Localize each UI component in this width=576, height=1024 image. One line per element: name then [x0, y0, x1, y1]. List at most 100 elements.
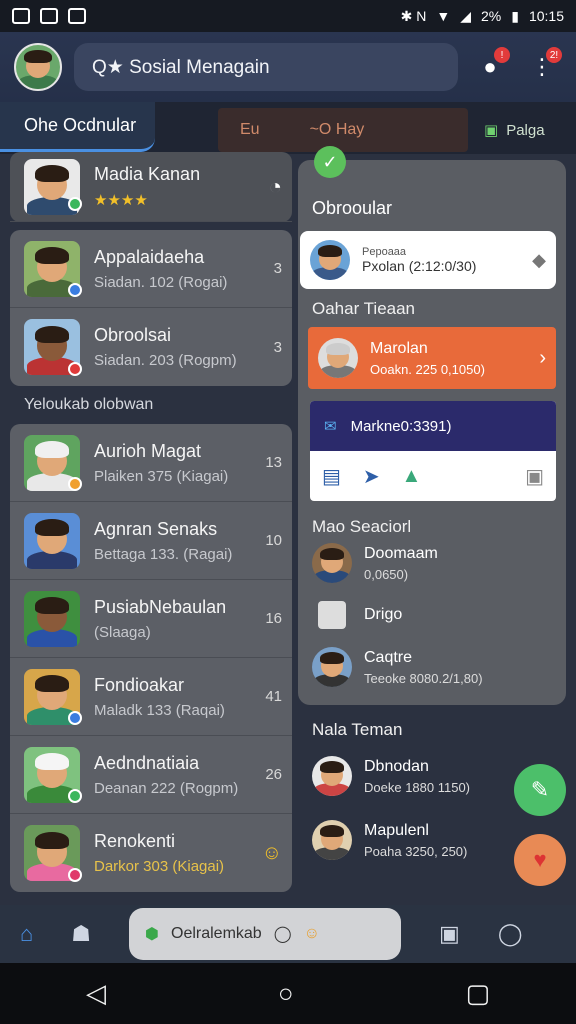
top-contact-card[interactable]: Madia Kanan ★★★★ ◔	[10, 152, 292, 222]
chevron-right-icon: ›	[539, 346, 546, 369]
signal-icon: ◢	[460, 7, 471, 24]
search-text: Q★ Sosial Menagain	[92, 56, 270, 78]
tab-palga[interactable]: ▣ Palga	[484, 112, 568, 148]
contact-name: Agnran Senaks	[94, 518, 218, 539]
status-icon	[68, 362, 82, 376]
list-item[interactable]: Obroolsai Siadan. 203 (Rogpm) 3	[10, 308, 292, 386]
clock-icon[interactable]: ◔	[269, 174, 282, 200]
mail-card[interactable]: ✉ Markne0:3391) ▤ ➤ ▲ ▣	[310, 401, 556, 501]
tab-secondary[interactable]: Eu ~O Hay	[218, 108, 468, 152]
clock: 10:15	[528, 8, 564, 24]
section-label: Yeloukab olobwan	[24, 396, 154, 413]
online-status-icon	[68, 197, 82, 211]
chat-icon[interactable]: ▣	[439, 921, 460, 947]
contact-sub: 0,0650)	[364, 566, 409, 582]
contact-name: Fondioakar	[94, 674, 185, 695]
bottom-navigation: ⌂ ☗ ⬢ Oelralemkab ◯ ☺ ▣ ◯	[0, 905, 576, 963]
list-item[interactable]: Drigo	[298, 589, 566, 641]
nav-pill[interactable]: ⬢ Oelralemkab ◯ ☺	[129, 908, 402, 960]
section-title: Mao Seaciorl	[312, 517, 412, 536]
details-panel: ✓ Obrooular Pepoaaa Pxolan (2:12:0/30) ◆…	[298, 146, 566, 705]
tab-bar: Ohe Ocdnular Eu ~O Hay ▣ Palga	[0, 102, 576, 154]
unread-count: 16	[265, 610, 282, 627]
send-icon[interactable]: ➤	[363, 464, 380, 489]
mail-icon: ✉	[324, 418, 337, 435]
contacts-icon[interactable]: ☗	[71, 921, 91, 947]
mail-label: Markne0:3391)	[350, 417, 452, 435]
unread-count: 41	[265, 688, 282, 705]
profile-icon[interactable]: ◯	[498, 921, 523, 947]
contact-name: Aurioh Magat	[94, 440, 202, 461]
star-rating: ★★★★	[94, 192, 148, 209]
list-item[interactable]: Renokenti Darkor 303 (Kiagai) ☺	[10, 814, 292, 892]
pencil-icon: ✎	[530, 777, 550, 802]
contact-sub: Darkor 303 (Kiagai)	[94, 858, 225, 875]
like-icon[interactable]: ▲	[401, 465, 421, 488]
location-icon: ⬢	[145, 926, 159, 943]
contact-sub: Plaiken 375 (Kiagai)	[94, 467, 229, 485]
tab-label: Eu	[240, 121, 260, 138]
unread-count: 10	[265, 532, 282, 549]
status-icon	[68, 789, 82, 803]
list-item[interactable]: Appalaidaeha Siadan. 102 (Rogai) 3	[10, 230, 292, 308]
highlighted-contact[interactable]: Marolan Ooakn. 225 0,1050) ›	[308, 327, 556, 389]
list-item[interactable]: Agnran Senaks Bettaga 133. (Ragai) 10	[10, 502, 292, 580]
home-circle-icon[interactable]: ○	[278, 978, 294, 1009]
contact-name: Aedndnatiaia	[94, 752, 200, 773]
edit-fab[interactable]: ✎	[514, 764, 566, 816]
status-icon	[68, 868, 82, 882]
search-bar[interactable]: Q★ Sosial Menagain	[74, 43, 458, 91]
home-icon[interactable]: ⌂	[20, 921, 33, 947]
diamond-icon: ◆	[532, 249, 546, 270]
image-icon	[12, 8, 30, 24]
list-item[interactable]: Fondioakar Maladk 133 (Raqai) 41	[10, 658, 292, 736]
contact-name: PusiabNebaulan	[94, 596, 227, 617]
app-icon	[40, 8, 58, 24]
tab-label: Ohe Ocdnular	[24, 115, 137, 135]
person-icon: ◯	[273, 926, 292, 943]
item-main: Pxolan (2:12:0/30)	[362, 258, 477, 274]
notifications-button[interactable]: ● !	[470, 47, 510, 87]
lock-icon[interactable]: ▣	[525, 464, 544, 489]
contact-sub: Poaha 3250, 250)	[364, 843, 468, 859]
more-menu-button[interactable]: ⋮ 2!	[522, 47, 562, 87]
contact-sub: (Slaaga)	[94, 623, 151, 641]
contact-sub: Maladk 133 (Raqai)	[94, 701, 225, 719]
contact-sub: Deanan 222 (Rogpm)	[94, 779, 239, 797]
heart-icon: ♥	[533, 847, 547, 872]
contact-name: Renokenti	[94, 831, 176, 851]
unread-count: 13	[265, 454, 282, 471]
tab-label: ~O Hay	[309, 121, 365, 138]
list-item[interactable]: Aedndnatiaia Deanan 222 (Rogpm) 26	[10, 736, 292, 814]
recents-icon[interactable]: ▢	[465, 978, 490, 1009]
contact-name: Drigo	[364, 606, 403, 623]
system-navigation: ◁ ○ ▢	[0, 963, 576, 1024]
tab-active[interactable]: Ohe Ocdnular	[0, 102, 155, 152]
list-item[interactable]: Aurioh Magat Plaiken 375 (Kiagai) 13	[10, 424, 292, 502]
unread-count: 3	[273, 338, 282, 356]
contacts-panel: Madia Kanan ★★★★ ◔ Appalaidaeha Siadan. …	[10, 152, 292, 892]
close-icon[interactable]	[318, 601, 346, 629]
battery-icon: ▮	[511, 7, 519, 24]
emoji-icon: ☺	[261, 841, 282, 864]
tab-label: Palga	[506, 121, 545, 139]
selected-item[interactable]: Pepoaaa Pxolan (2:12:0/30) ◆	[300, 231, 556, 289]
status-icons: ✱ N	[400, 7, 427, 24]
contact-name: Obroolsai	[94, 325, 172, 345]
profile-avatar[interactable]	[14, 43, 62, 91]
section-title: Oahar Tieaan	[312, 299, 416, 318]
contact-sub: Teeoke 8080.2/1,80)	[364, 670, 483, 686]
list-item[interactable]: Doomaam 0,0650)	[298, 537, 566, 589]
contact-name: Mapulenl	[364, 821, 429, 839]
contact-name: Madia Kanan	[94, 164, 201, 184]
list-item[interactable]: Caqtre Teeoke 8080.2/1,80)	[298, 641, 566, 693]
status-icon	[68, 711, 82, 725]
back-icon[interactable]: ◁	[86, 978, 106, 1009]
document-icon[interactable]: ▤	[322, 464, 341, 489]
list-item[interactable]: PusiabNebaulan (Slaaga) 16	[10, 580, 292, 658]
emoji-icon: ☺	[303, 925, 320, 942]
notification-badge: !	[494, 47, 510, 63]
favorite-fab[interactable]: ♥	[514, 834, 566, 886]
contact-sub: Siadan. 102 (Rogai)	[94, 273, 228, 291]
item-small: Pepoaaa	[362, 246, 407, 258]
